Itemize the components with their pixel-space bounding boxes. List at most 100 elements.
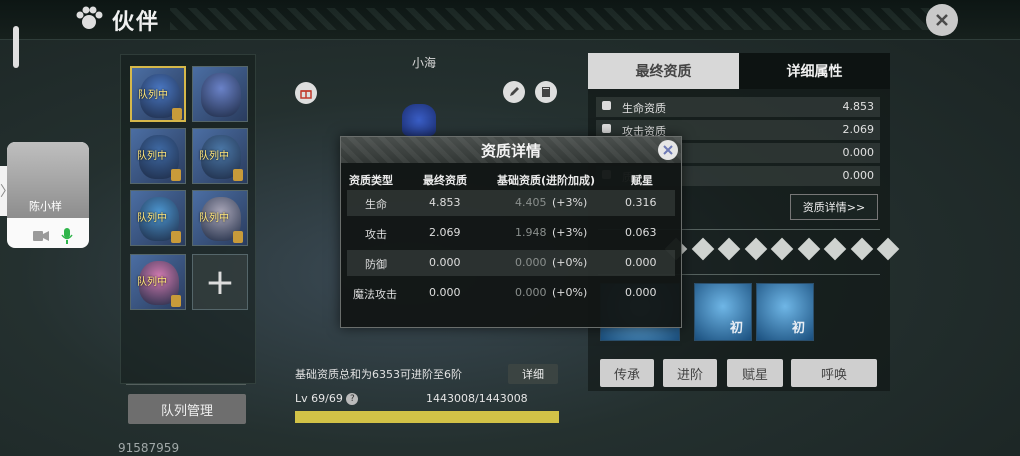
gift-icon[interactable] xyxy=(295,82,317,104)
stat-value: 0.000 xyxy=(842,169,875,182)
stat-value: 2.069 xyxy=(842,123,875,136)
left-divider xyxy=(126,384,246,385)
star-aptitude: 0.000 xyxy=(625,256,657,269)
summon-button[interactable]: 呼唤 xyxy=(791,359,877,387)
book-icon[interactable] xyxy=(535,81,557,103)
table-row: 防御 0.000 0.000 (+0%) 0.000 xyxy=(347,250,675,276)
paw-icon xyxy=(76,6,103,29)
base-aptitude: 0.000 xyxy=(515,256,547,269)
col-header-final: 最终资质 xyxy=(423,174,467,187)
col-header-base: 基础资质(进阶加成) xyxy=(497,174,596,187)
star-aptitude: 0.000 xyxy=(625,286,657,299)
caller-name: 陈小样 xyxy=(29,200,62,213)
final-aptitude: 0.000 xyxy=(429,286,461,299)
add-partner-button[interactable]: + xyxy=(192,254,248,310)
pet-model xyxy=(402,104,436,136)
exp-text: 1443008/1443008 xyxy=(426,392,528,405)
pet-name: 小海 xyxy=(412,56,437,70)
lock-icon xyxy=(171,169,181,181)
close-icon xyxy=(936,14,948,26)
attack-icon xyxy=(602,124,611,133)
partner-slot[interactable] xyxy=(192,66,248,122)
top-bar: 伙伴 xyxy=(0,0,1020,40)
partner-slot[interactable]: 队列中 xyxy=(130,190,186,246)
aptitude-details-button[interactable]: 资质详情>> xyxy=(790,194,878,220)
close-icon xyxy=(663,145,673,155)
base-aptitude: 0.000 xyxy=(515,286,547,299)
star-button[interactable]: 赋星 xyxy=(727,359,783,387)
video-call-card[interactable]: 陈小样 xyxy=(7,142,89,248)
team-status-tag: 队列中 xyxy=(137,213,167,224)
stat-row: 生命资质 4.853 xyxy=(596,97,880,117)
table-row: 攻击 2.069 1.948 (+3%) 0.063 xyxy=(347,220,675,246)
col-header-star: 赋星 xyxy=(631,174,653,187)
advance-bonus: (+0%) xyxy=(552,286,588,299)
partner-slot[interactable]: 队列中 xyxy=(192,128,248,184)
modal-close-button[interactable] xyxy=(658,140,678,160)
heart-icon xyxy=(602,101,611,110)
partner-portrait xyxy=(201,73,241,117)
advance-bonus: (+3%) xyxy=(552,226,588,239)
team-status-tag: 队列中 xyxy=(199,151,229,162)
skill-icon[interactable]: 初 xyxy=(694,283,752,341)
team-status-tag: 队列中 xyxy=(199,213,229,224)
partner-slot[interactable]: 队列中 xyxy=(130,128,186,184)
header-pattern xyxy=(170,8,930,30)
partner-slot[interactable]: 队列中 xyxy=(130,66,186,122)
level-text: Lv 69/69 ? xyxy=(295,392,359,405)
tab-detailed-attributes[interactable]: 详细属性 xyxy=(739,53,890,89)
aptitude-type: 魔法攻击 xyxy=(353,288,397,301)
aptitude-type: 生命 xyxy=(365,198,387,211)
stat-value: 0.000 xyxy=(842,146,875,159)
base-aptitude: 4.405 xyxy=(515,196,547,209)
lock-icon xyxy=(233,169,243,181)
advance-bonus: (+0%) xyxy=(552,256,588,269)
lock-icon xyxy=(171,295,181,307)
star-aptitude: 0.316 xyxy=(625,196,657,209)
skill-level: 初 xyxy=(729,321,743,336)
level-value: Lv 69/69 xyxy=(295,392,343,405)
aptitude-type: 攻击 xyxy=(365,228,387,241)
tab-final-aptitude[interactable]: 最终资质 xyxy=(588,53,739,89)
base-aptitude: 1.948 xyxy=(515,226,547,239)
microphone-icon[interactable] xyxy=(61,228,73,244)
rename-pencil-icon[interactable] xyxy=(503,81,525,103)
advance-bonus: (+3%) xyxy=(552,196,588,209)
advance-info-text: 基础资质总和为6353可进阶至6阶 xyxy=(295,368,462,381)
lock-icon xyxy=(171,231,181,243)
advance-button[interactable]: 进阶 xyxy=(663,359,717,387)
page-title: 伙伴 xyxy=(112,10,161,35)
aptitude-type: 防御 xyxy=(365,258,387,271)
skill-icon[interactable]: 初 xyxy=(756,283,814,341)
team-status-tag: 队列中 xyxy=(137,277,167,288)
camera-icon[interactable] xyxy=(33,230,49,242)
team-status-tag: 队列中 xyxy=(137,151,167,162)
exp-bar-fill xyxy=(295,411,559,423)
star-aptitude: 0.063 xyxy=(625,226,657,239)
partner-slot[interactable]: 队列中 xyxy=(130,254,186,310)
final-aptitude: 2.069 xyxy=(429,226,461,239)
final-aptitude: 4.853 xyxy=(429,196,461,209)
queue-management-button[interactable]: 队列管理 xyxy=(128,394,246,424)
skill-level: 初 xyxy=(791,321,805,336)
table-row: 魔法攻击 0.000 0.000 (+0%) 0.000 xyxy=(347,280,675,306)
help-icon[interactable]: ? xyxy=(346,393,359,405)
side-scroll-handle[interactable] xyxy=(13,26,19,68)
modal-header: 资质详情 xyxy=(341,137,681,163)
add-label: + xyxy=(204,261,236,303)
stat-label: 生命资质 xyxy=(622,102,666,115)
lock-icon xyxy=(172,108,182,120)
close-button[interactable] xyxy=(926,4,958,36)
aptitude-detail-modal: 资质详情 资质类型 最终资质 基础资质(进阶加成) 赋星 生命 4.853 4.40… xyxy=(340,136,682,328)
table-row: 生命 4.853 4.405 (+3%) 0.316 xyxy=(347,190,675,216)
inherit-button[interactable]: 传承 xyxy=(600,359,654,387)
partner-slot[interactable]: 队列中 xyxy=(192,190,248,246)
lock-icon xyxy=(233,231,243,243)
player-id: 91587959 xyxy=(118,441,180,455)
stat-value: 4.853 xyxy=(842,100,875,113)
detail-button[interactable]: 详细 xyxy=(508,364,558,384)
final-aptitude: 0.000 xyxy=(429,256,461,269)
exp-bar xyxy=(295,411,559,423)
col-header-type: 资质类型 xyxy=(349,174,393,187)
modal-title: 资质详情 xyxy=(480,142,541,160)
